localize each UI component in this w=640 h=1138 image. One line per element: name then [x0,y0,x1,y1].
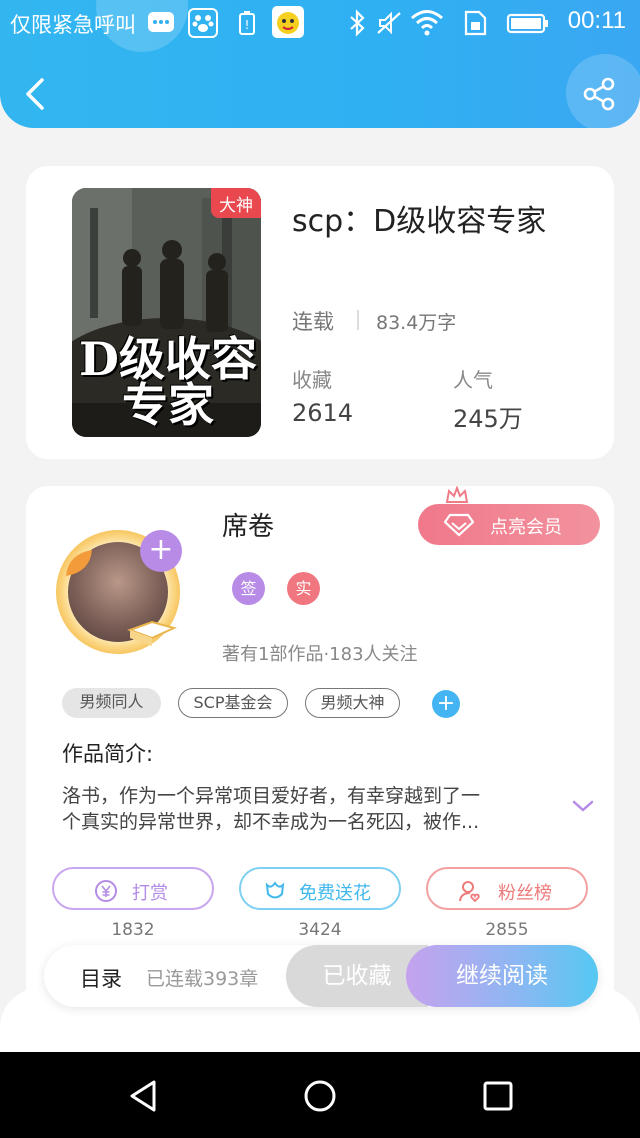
battery-icon [506,13,548,34]
book-title: scp：D级收容专家 [292,204,547,239]
share-icon[interactable] [582,76,618,112]
decor-leaf-icon [66,550,92,576]
rank-tag[interactable]: 男频大神 [305,688,400,718]
popularity-value: 245万 [453,405,523,433]
crown-icon [445,486,469,503]
vibrate-off-icon [377,11,401,35]
signed-author-badge: 签 [232,572,265,605]
serial-status: 连载 [292,310,334,334]
battery-warning-icon: ! [239,11,255,35]
chevron-left-icon[interactable] [18,74,54,114]
fan-count: 2855 [485,920,529,940]
system-navigation-bar [0,1052,640,1138]
cover-title-text: D级收容专家 [79,332,257,432]
book-cover[interactable]: 大神 D级收容专家 [72,188,261,437]
divider [357,310,359,330]
flower-icon [265,881,285,899]
continue-reading-button[interactable]: 继续阅读 [406,945,598,1007]
send-flower-label: 免费送花 [299,883,371,904]
add-tag-button[interactable]: + [432,690,460,718]
vip-button-label: 点亮会员 [490,517,562,538]
message-icon [148,12,174,32]
favorites-label: 收藏 [292,368,332,392]
vip-membership-button[interactable]: 点亮会员 [418,504,600,545]
tip-count: 1832 [111,920,155,940]
genre-tag[interactable]: 男频同人 [62,688,161,718]
sim-card-icon [464,10,487,36]
svg-text:!: ! [245,18,250,32]
nav-recents-icon[interactable] [478,1076,518,1116]
nav-home-icon[interactable] [300,1076,340,1116]
intro-heading: 作品简介: [62,742,154,766]
header: 仅限紧急呼叫 ! 00:11 [0,0,640,128]
chevron-down-icon[interactable] [571,798,595,814]
favorites-value: 2614 [292,399,354,427]
author-works-followers: 著有1部作品·183人关注 [222,644,418,665]
diamond-icon [444,513,474,537]
intro-line-1: 洛书，作为一个异常项目爱好者，有幸穿越到了一 [62,785,481,807]
bluetooth-icon [350,9,365,37]
intro-line-2: 个真实的异常世界，却不幸成为一名死囚，被作... [62,811,480,833]
chapter-count[interactable]: 已连载393章 [146,964,258,991]
paw-app-icon [188,8,218,38]
fan-user-icon [459,881,480,903]
word-count: 83.4万字 [376,312,457,334]
signed-badge-label: 签 [240,579,257,598]
table-of-contents-button[interactable]: 目录 [80,963,122,993]
tip-button[interactable]: 打赏 [52,867,214,910]
fan-ranking-button[interactable]: 粉丝榜 [426,867,588,910]
clock-time: 00:11 [567,7,626,34]
book-info-card: 大神 D级收容专家 scp：D级收容专家 连载 83.4万字 收藏 2614 人… [26,166,614,459]
topic-tag[interactable]: SCP基金会 [178,688,288,718]
follow-author-button[interactable]: + [140,530,182,572]
wifi-icon [411,10,443,36]
yen-coin-icon [95,880,117,902]
decor-book-icon [127,620,177,646]
intro-text[interactable]: 洛书，作为一个异常项目爱好者，有幸穿越到了一 个真实的异常世界，却不幸成为一名死… [62,783,546,835]
fan-ranking-label: 粉丝榜 [498,883,552,904]
status-bar: 仅限紧急呼叫 ! 00:11 [0,0,640,46]
popularity-label: 人气 [453,368,493,392]
tip-label: 打赏 [132,883,168,904]
cover-badge: 大神 [211,188,261,218]
author-name: 席卷 [222,512,275,542]
verified-badge: 实 [287,572,320,605]
send-flower-button[interactable]: 免费送花 [239,867,401,910]
cartoon-app-icon [272,6,304,38]
carrier-text: 仅限紧急呼叫 [10,13,136,37]
nav-back-icon[interactable] [124,1076,164,1116]
flower-count: 3424 [298,920,342,940]
verified-badge-label: 实 [295,579,312,598]
bottom-action-bar: 目录 已连载393章 已收藏 继续阅读 [44,945,598,1007]
